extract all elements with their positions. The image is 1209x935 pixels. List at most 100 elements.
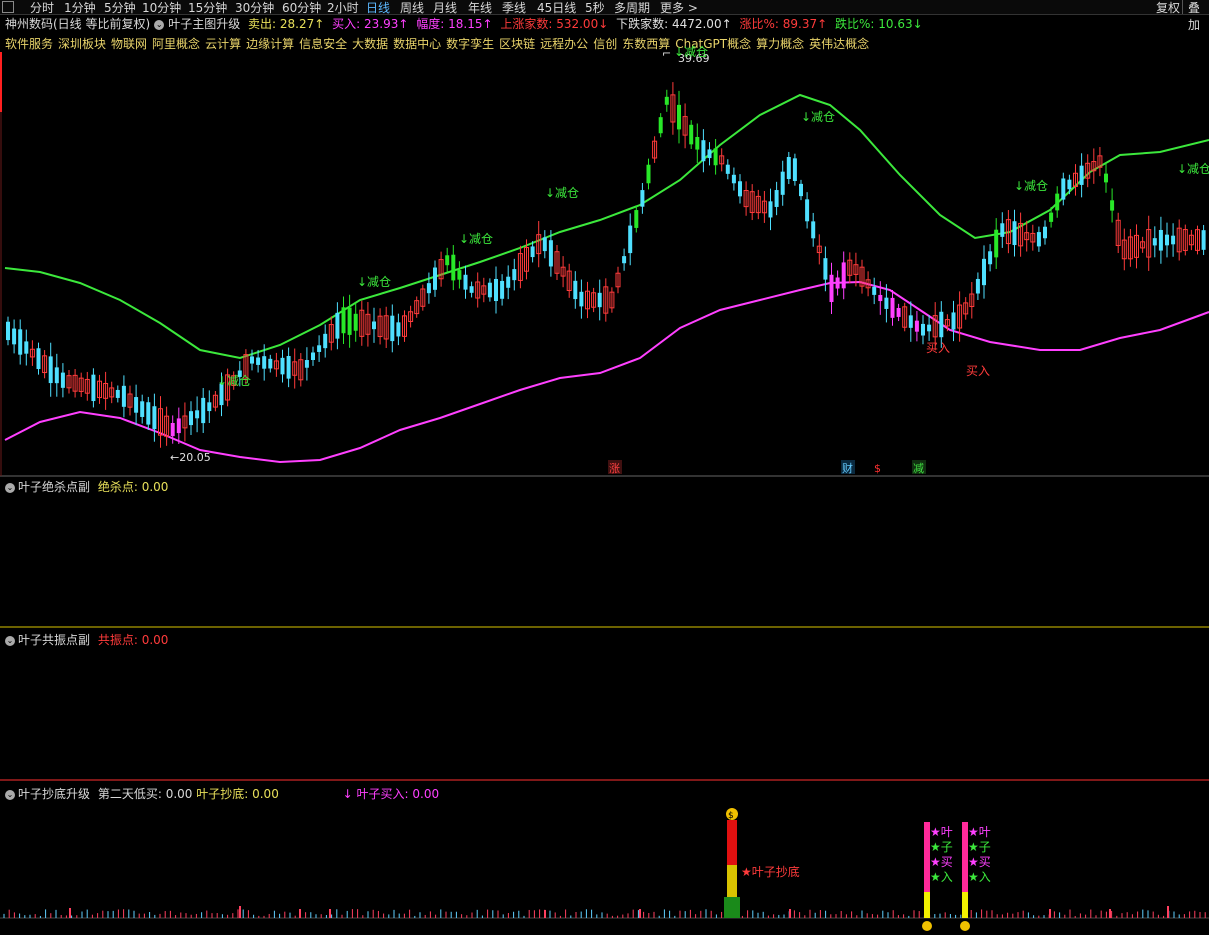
panel3-bottom: 叶子抄底: 0.00 [196, 787, 279, 801]
candle-body [372, 321, 376, 330]
panel1-field: 绝杀点: 0.00 [97, 480, 169, 494]
buy-star-label: ★买 [968, 855, 991, 869]
buy-label: 买入 [966, 364, 990, 378]
candle-body [927, 324, 932, 332]
candle-body [134, 397, 139, 413]
candle-body [1152, 238, 1157, 246]
panel1-header: ⌄ 叶子绝杀点副 绝杀点: 0.00 [5, 478, 168, 495]
panel1-name[interactable]: 叶子绝杀点副 [18, 480, 90, 494]
candle-body [335, 312, 340, 339]
candle-body [530, 246, 535, 258]
candle-body [1165, 234, 1169, 246]
buy-signal-bar [924, 892, 930, 918]
candle-body [176, 418, 181, 434]
candle-body [786, 156, 791, 180]
candle-body [457, 270, 462, 280]
candle-body [1104, 173, 1108, 183]
candle-body [768, 201, 773, 218]
candle-body [988, 251, 993, 265]
candle-body [512, 269, 517, 281]
candle-body [884, 297, 889, 309]
candle-body [982, 258, 986, 286]
candle-body [658, 117, 663, 134]
event-marker-label: $ [874, 462, 881, 475]
candle-body [6, 321, 10, 341]
chevron-down-icon[interactable]: ⌄ [5, 790, 15, 800]
candle-body [914, 320, 919, 332]
buy-star-label: ★入 [930, 870, 953, 884]
candle-body [1061, 178, 1066, 200]
panel3-header: ⌄ 叶子抄底升级 第二天低买: 0.00 叶子抄底: 0.00 ↓ 叶子买入: 0… [5, 785, 439, 802]
candle-body [91, 374, 96, 402]
candle-body [396, 322, 401, 337]
candle-body [1171, 235, 1176, 245]
candle-body [829, 274, 834, 303]
candle-body [664, 96, 669, 105]
candle-body [195, 410, 200, 419]
reduce-position-label: ↓减仓 [357, 275, 391, 289]
candle-body [548, 240, 553, 267]
candle-body [1036, 232, 1041, 247]
candle-body [494, 278, 498, 302]
bottom-signal-bar [727, 865, 737, 897]
buy-star-label: ★叶 [930, 825, 953, 839]
candle-body [689, 124, 694, 145]
candle-body [311, 352, 315, 361]
candle-body [878, 294, 883, 302]
candle-body [805, 199, 810, 222]
panel3-name[interactable]: 叶子抄底升级 [18, 787, 90, 801]
candle-body [207, 402, 212, 412]
chevron-down-icon[interactable]: ⌄ [5, 636, 15, 646]
event-marker-label: 减 [913, 462, 924, 475]
candle-body [811, 221, 816, 239]
candle-body [738, 181, 742, 197]
buy-star-label: ★入 [968, 870, 991, 884]
candle-body [323, 333, 328, 349]
candle-body [774, 190, 779, 207]
candle-body [286, 356, 291, 379]
candle-body [36, 348, 41, 370]
lower-band-line [4, 280, 1209, 464]
reduce-position-label: ↓减仓 [1177, 162, 1209, 176]
money-bag-icon [960, 921, 970, 931]
candle-body [152, 406, 157, 430]
candle-body [725, 164, 730, 174]
candle-body [268, 358, 273, 369]
candle-body [500, 280, 505, 299]
candle-body [695, 136, 700, 150]
panel3-second-low: 第二天低买: 0.00 [97, 787, 193, 801]
chevron-down-icon[interactable]: ⌄ [5, 483, 15, 493]
candle-body [579, 291, 584, 307]
money-bag-icon [922, 921, 932, 931]
candle-body [146, 402, 151, 425]
reduce-position-label: ↓减仓 [459, 232, 493, 246]
reduce-position-label: ↓减仓 [545, 186, 579, 200]
candle-body [280, 357, 285, 375]
candle-body [1201, 230, 1206, 250]
candle-body [573, 280, 578, 300]
candle-body [908, 315, 913, 328]
candle-body [1012, 221, 1017, 246]
candle-body [1158, 229, 1163, 251]
candle-body [256, 357, 261, 365]
candle-body [1079, 165, 1084, 185]
candle-body [835, 277, 840, 289]
buy-star-label: ★子 [930, 840, 953, 854]
candle-body [48, 356, 53, 384]
candle-body [121, 385, 126, 407]
candle-body [469, 286, 474, 293]
reduce-position-label: ↓减仓 [217, 374, 251, 388]
candle-body [1067, 179, 1072, 190]
buy-signal-bar [962, 892, 968, 918]
bottom-signal-label: ★叶子抄底 [741, 864, 800, 879]
candle-body [890, 297, 895, 318]
panel3-buy-field: ↓ 叶子买入: 0.00 [342, 787, 440, 801]
candle-body [939, 311, 944, 338]
candle-body [140, 401, 145, 417]
candle-body [426, 283, 431, 294]
candle-body [994, 229, 999, 258]
panel2-name[interactable]: 叶子共振点副 [18, 633, 90, 647]
candle-body [463, 274, 468, 290]
candle-body [597, 292, 602, 308]
panel2-field: 共振点: 0.00 [97, 633, 169, 647]
